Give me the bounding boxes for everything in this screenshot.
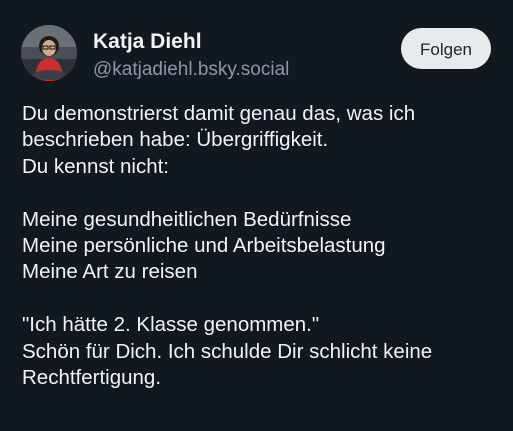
post-line: "Ich hätte 2. Klasse genommen."	[22, 313, 320, 337]
post-line: beschrieben habe: Übergriffigkeit.	[22, 128, 329, 152]
avatar-photo-icon	[21, 25, 77, 81]
author-display-name[interactable]: Katja Diehl	[93, 29, 202, 55]
post-line: Du demonstrierst damit genau das, was ic…	[22, 102, 416, 125]
post-line	[22, 180, 502, 206]
post-line: Schön für Dich. Ich schulde Dir schlicht…	[22, 339, 433, 363]
post-line: Meine gesundheitlichen Bedürfnisse	[22, 207, 352, 231]
post-card: Katja Diehl @katjadiehl.bsky.social Folg…	[0, 0, 513, 431]
author-handle[interactable]: @katjadiehl.bsky.social	[93, 58, 289, 82]
post-body: Du demonstrierst damit genau das, was ic…	[22, 101, 502, 391]
author-avatar[interactable]	[21, 25, 77, 81]
post-line	[22, 286, 502, 312]
post-line: Meine persönliche und Arbeitsbelastung	[22, 233, 386, 257]
follow-button[interactable]: Folgen	[401, 28, 491, 69]
post-line: Meine Art zu reisen	[22, 260, 198, 284]
post-line: Du kennst nicht:	[22, 154, 169, 178]
post-line: Rechtfertigung.	[22, 365, 162, 389]
